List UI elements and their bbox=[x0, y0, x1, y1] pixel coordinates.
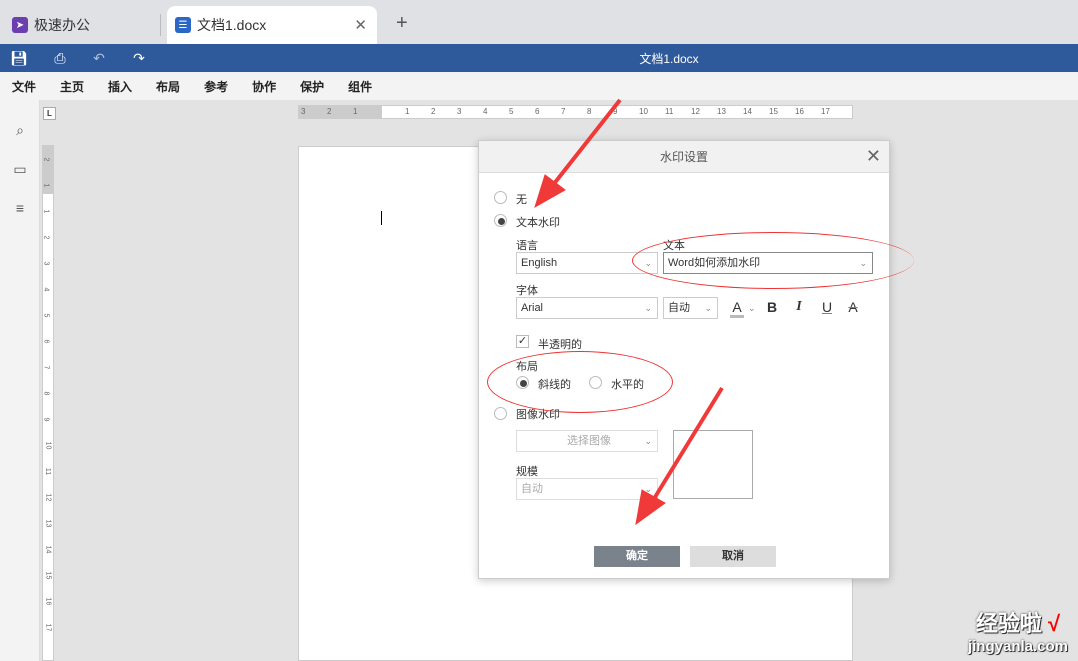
arrow-line bbox=[551, 98, 622, 187]
site-watermark-logo: 经验啦 √ jingyanla.com bbox=[967, 611, 1068, 655]
arrow-head bbox=[534, 174, 566, 209]
arrow-head bbox=[635, 489, 666, 526]
arrow-line bbox=[650, 386, 724, 504]
annotation-arrows bbox=[534, 98, 724, 526]
